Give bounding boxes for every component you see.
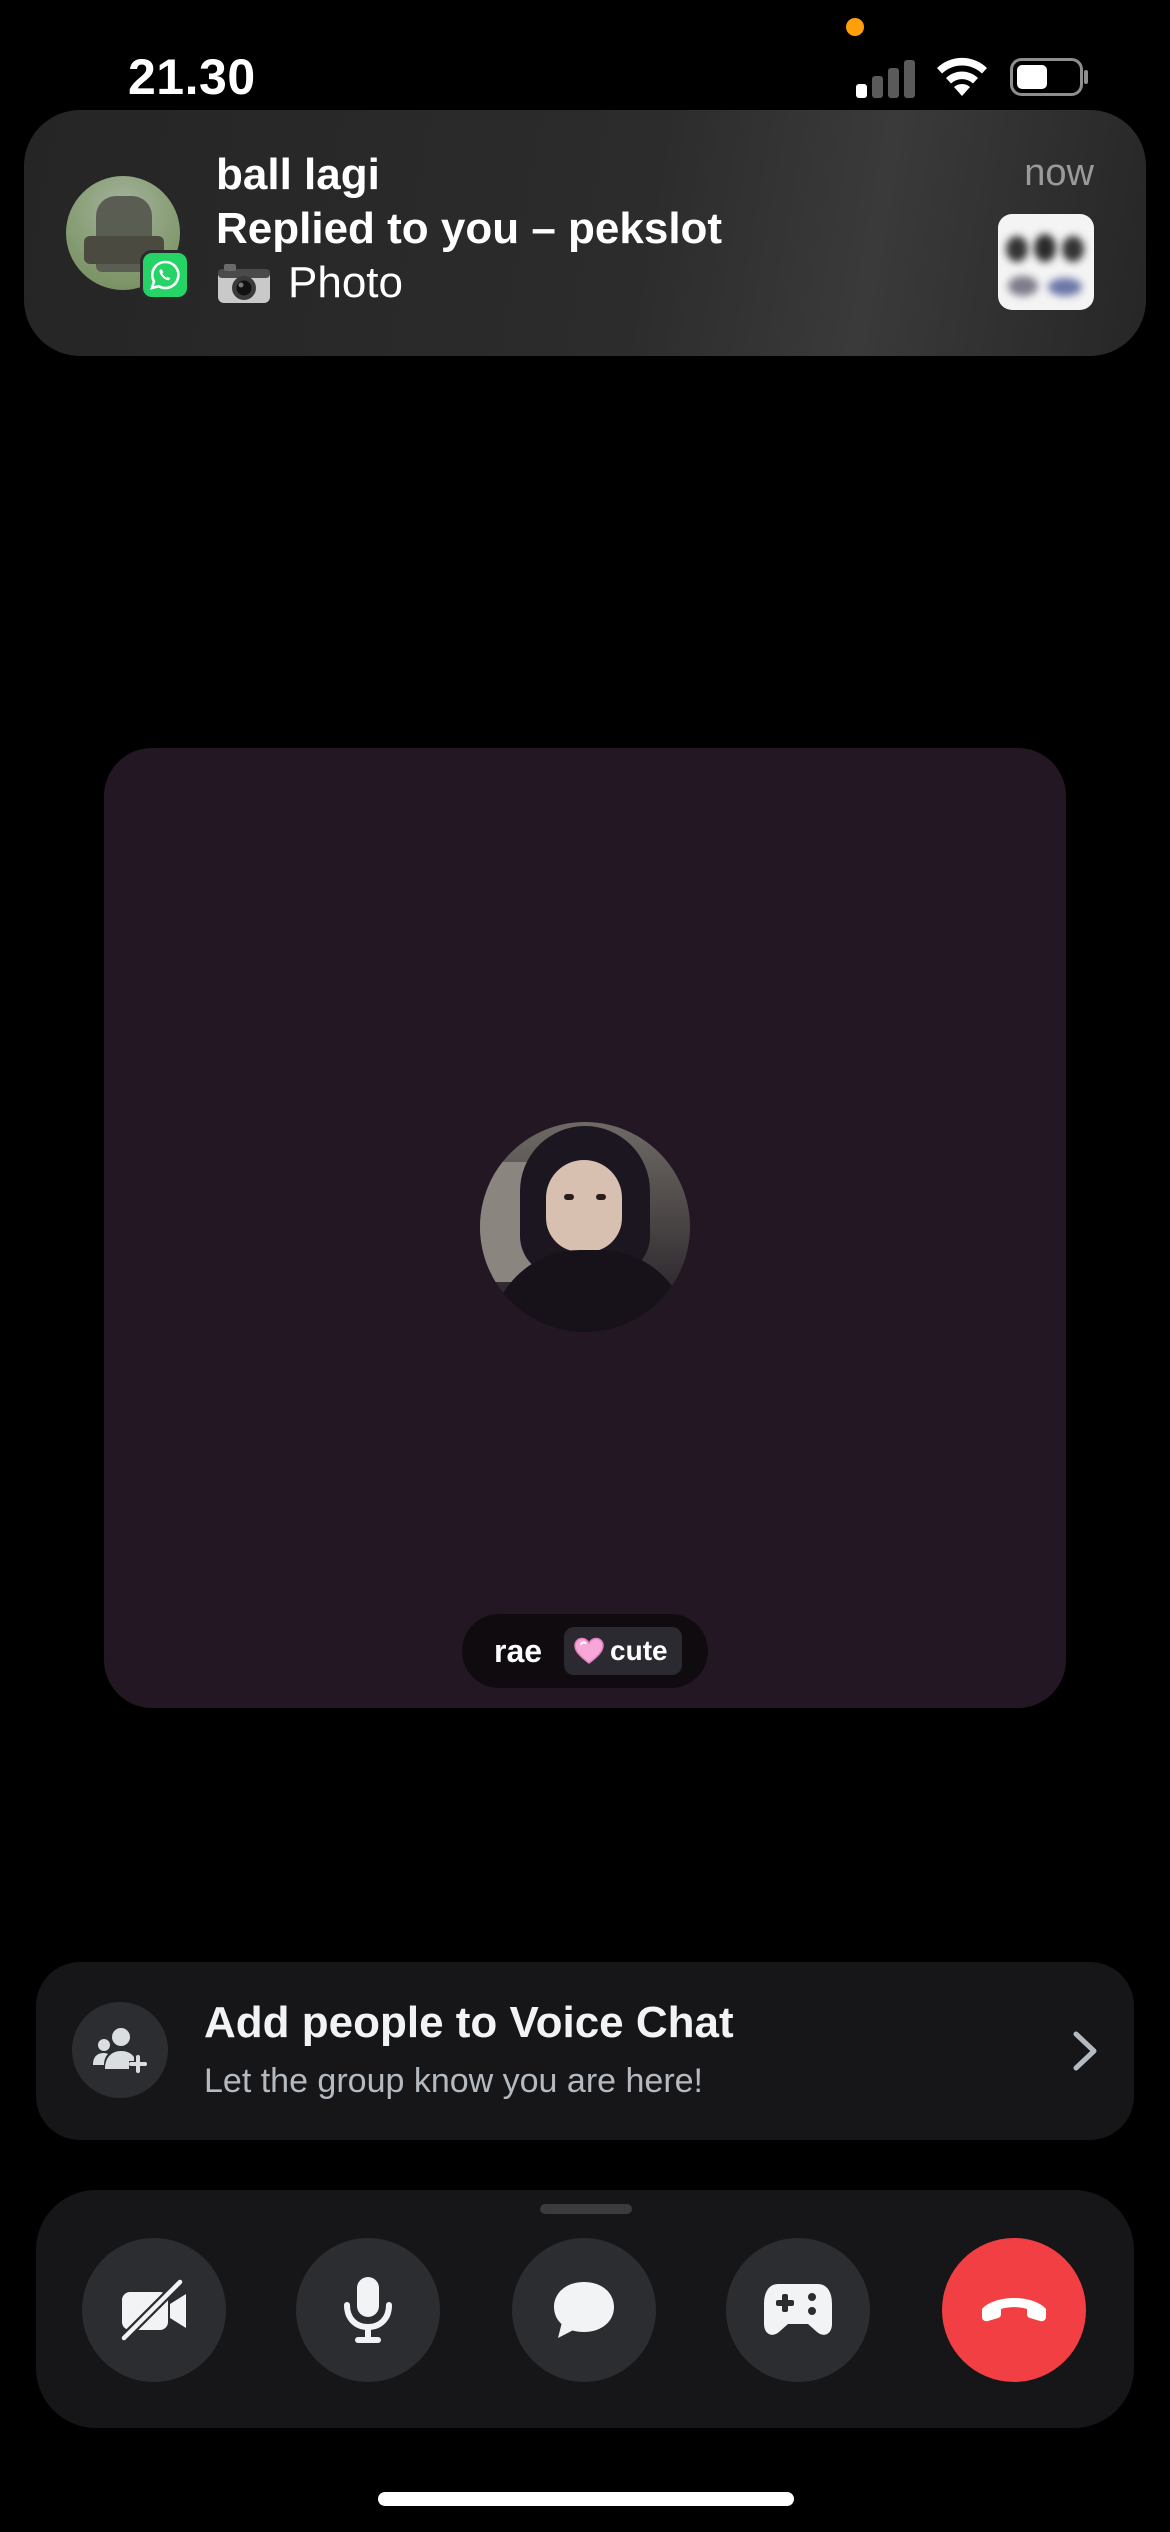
- call-controls-bar: [36, 2190, 1134, 2428]
- activities-button[interactable]: [726, 2238, 870, 2382]
- camera-off-button[interactable]: [82, 2238, 226, 2382]
- whatsapp-notification-banner[interactable]: ball lagi Replied to you – pekslot Photo…: [24, 110, 1146, 356]
- notification-time: now: [1024, 152, 1094, 194]
- hang-up-icon: [982, 2298, 1046, 2322]
- camera-icon: [218, 264, 270, 303]
- end-call-button[interactable]: [942, 2238, 1086, 2382]
- status-bar: 21.30: [0, 0, 1170, 110]
- chevron-right-icon: [1073, 2031, 1097, 2071]
- chat-button[interactable]: [512, 2238, 656, 2382]
- video-off-icon: [119, 2278, 186, 2342]
- privacy-indicator-dot: [846, 18, 864, 36]
- voice-call-screen: 21.30 ball lagi Replied to you – pekslot…: [0, 0, 1170, 2532]
- add-people-card[interactable]: Add people to Voice Chat Let the group k…: [36, 1962, 1134, 2140]
- battery-icon: [1010, 58, 1088, 96]
- notification-subtitle: Replied to you – pekslot: [216, 204, 723, 253]
- server-tag: cute: [564, 1627, 682, 1675]
- chat-bubble-icon: [554, 2282, 614, 2338]
- add-people-title: Add people to Voice Chat: [204, 1998, 734, 2047]
- gamepad-icon: [764, 2284, 832, 2335]
- whatsapp-icon: [140, 250, 190, 300]
- participant-name-pill: rae cute: [462, 1614, 708, 1688]
- heart-icon: [574, 1637, 604, 1664]
- add-people-subtitle: Let the group know you are here!: [204, 2062, 703, 2100]
- microphone-icon: [344, 2277, 392, 2343]
- notification-title: ball lagi: [216, 150, 380, 199]
- mute-button[interactable]: [296, 2238, 440, 2382]
- participant-avatar: [480, 1122, 690, 1332]
- add-person-icon: [72, 2002, 168, 2098]
- server-tag-text: cute: [610, 1635, 668, 1666]
- status-time: 21.30: [128, 49, 256, 105]
- photo-thumbnail: [998, 214, 1094, 310]
- notification-body-text: Photo: [288, 258, 403, 307]
- wifi-icon: [937, 57, 987, 96]
- cellular-signal-icon: [856, 58, 916, 98]
- participant-name: rae: [494, 1632, 543, 1669]
- notification-body: Photo: [216, 258, 403, 308]
- home-indicator[interactable]: [378, 2492, 794, 2506]
- drawer-handle[interactable]: [540, 2204, 632, 2214]
